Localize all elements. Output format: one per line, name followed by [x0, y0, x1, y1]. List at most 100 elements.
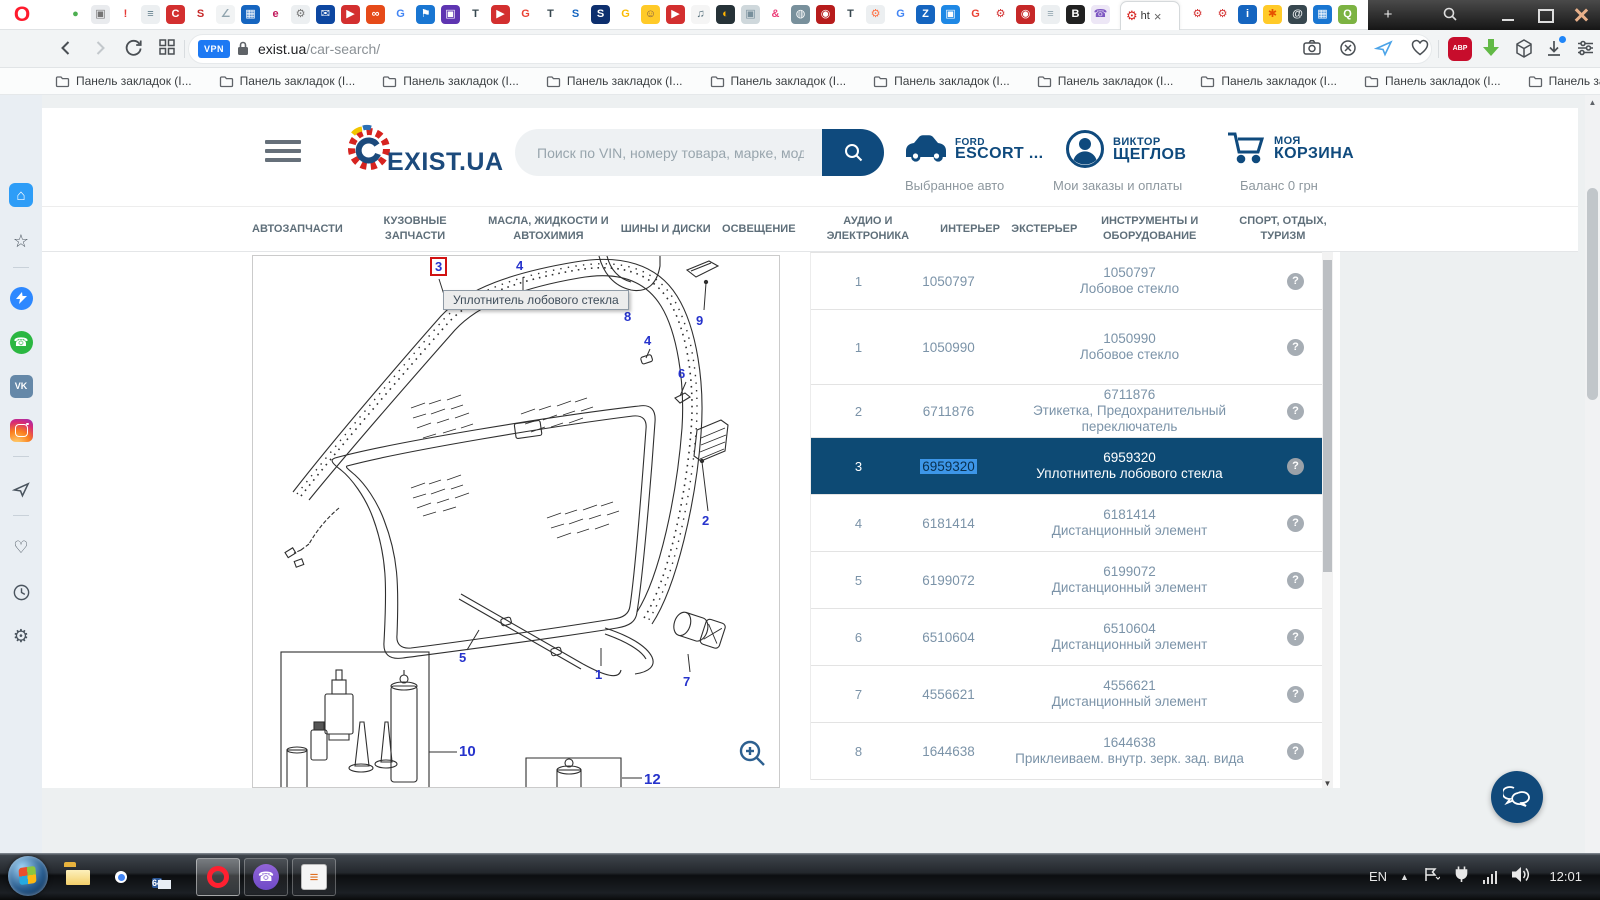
table-row[interactable]: 4 6181414 6181414Дистанционный элемент ?: [811, 495, 1322, 552]
tab-favicon[interactable]: ▦: [1313, 5, 1332, 24]
help-icon[interactable]: ?: [1287, 686, 1304, 703]
easy-setup-sliders-icon[interactable]: [1576, 38, 1595, 63]
tab-favicon[interactable]: ⚙: [866, 5, 885, 24]
tab-favicon[interactable]: G: [391, 5, 410, 24]
tab-favicon[interactable]: ☎: [1091, 5, 1110, 24]
snapshot-camera-icon[interactable]: [1302, 38, 1322, 62]
cart-line2[interactable]: КОРЗИНА: [1274, 145, 1354, 163]
new-tab-button[interactable]: +: [1380, 7, 1396, 23]
part-description-link[interactable]: 6510604Дистанционный элемент: [991, 621, 1268, 653]
part-description-link[interactable]: 6959320Уплотнитель лобового стекла: [991, 450, 1268, 482]
page-scroll-up-icon[interactable]: ▲: [1585, 98, 1600, 107]
hamburger-menu-icon[interactable]: [265, 140, 301, 162]
tab-favicon[interactable]: ▶: [491, 5, 510, 24]
zoom-in-icon[interactable]: [737, 738, 767, 773]
table-row[interactable]: 6 6510604 6510604Дистанционный элемент ?: [811, 609, 1322, 666]
help-icon[interactable]: ?: [1287, 339, 1304, 356]
bookmark-folder[interactable]: Панель закладок (І...: [1364, 74, 1501, 88]
diagram-part-number[interactable]: 12: [644, 771, 661, 788]
tab-favicon[interactable]: ▣: [941, 5, 960, 24]
tab-favicon[interactable]: ▶: [666, 5, 685, 24]
part-description-link[interactable]: 1050990Лобовое стекло: [991, 331, 1268, 363]
diagram-part-number[interactable]: 2: [702, 513, 709, 528]
nav-menu-item[interactable]: СПОРТ, ОТДЫХ, ТУРИЗМ: [1222, 214, 1344, 244]
extension-cube-icon[interactable]: [1514, 38, 1534, 64]
diagram-part-number[interactable]: 5: [459, 650, 466, 665]
tab-favicon[interactable]: ⚙: [1213, 5, 1232, 24]
tab-favicon[interactable]: &: [766, 5, 785, 24]
instagram-icon[interactable]: [9, 418, 33, 442]
tab-favicon[interactable]: ▦: [241, 5, 260, 24]
exist-logo[interactable]: EXIST.UA: [343, 120, 503, 178]
tab-favicon[interactable]: ☺: [641, 5, 660, 24]
tab-search-icon[interactable]: [1442, 6, 1458, 27]
vpn-badge[interactable]: VPN: [198, 40, 230, 58]
action-center-flag-icon[interactable]: [1422, 866, 1440, 888]
part-description-link[interactable]: 6199072Дистанционный элемент: [991, 564, 1268, 596]
table-scroll-down-icon[interactable]: ▼: [1323, 779, 1332, 788]
adblock-abp-icon[interactable]: ABP: [1448, 37, 1472, 61]
tab-favicon[interactable]: Z: [916, 5, 935, 24]
vk-icon[interactable]: VK: [9, 374, 33, 398]
diagram-part-number[interactable]: 6: [678, 366, 685, 381]
tab-favicon[interactable]: ▣: [441, 5, 460, 24]
tab-favicon[interactable]: ⚙: [1188, 5, 1207, 24]
table-scrollbar-thumb[interactable]: [1323, 260, 1332, 572]
help-icon[interactable]: ?: [1287, 403, 1304, 420]
table-row[interactable]: 1 1050797 1050797Лобовое стекло ?: [811, 253, 1322, 310]
help-icon[interactable]: ?: [1287, 515, 1304, 532]
help-icon[interactable]: ?: [1287, 629, 1304, 646]
tab-favicon[interactable]: ◉: [1016, 5, 1035, 24]
window-close-button[interactable]: [1570, 6, 1592, 24]
table-scrollbar[interactable]: ▼: [1322, 252, 1333, 788]
diagram-part-number[interactable]: 8: [624, 309, 631, 324]
help-icon[interactable]: ?: [1287, 273, 1304, 290]
volume-speaker-icon[interactable]: [1510, 866, 1530, 888]
history-clock-icon[interactable]: [9, 580, 33, 604]
parts-diagram-panel[interactable]: 34894625171012 Уплотнитель лобового стек…: [252, 255, 780, 788]
tab-favicon[interactable]: S: [591, 5, 610, 24]
active-tab[interactable]: ⚙ ht ×: [1120, 1, 1180, 30]
tab-favicon[interactable]: ≡: [141, 5, 160, 24]
save-download-extension-icon[interactable]: [1480, 37, 1502, 65]
user-last-name[interactable]: ЩЕГЛОВ: [1113, 146, 1186, 164]
bookmark-folder[interactable]: Панель закладок (І...: [546, 74, 683, 88]
part-code-link[interactable]: 4556621: [906, 687, 991, 702]
tab-favicon[interactable]: ⚙: [991, 5, 1010, 24]
tab-favicon[interactable]: e: [266, 5, 285, 24]
opera-taskbar-button[interactable]: [196, 858, 240, 896]
window-maximize-button[interactable]: [1534, 6, 1556, 24]
nav-menu-item[interactable]: ИНСТРУМЕНТЫ И ОБОРУДОВАНИЕ: [1089, 214, 1211, 244]
cart-balance-caption[interactable]: Баланс 0 грн: [1240, 178, 1318, 193]
tab-favicon[interactable]: T: [466, 5, 485, 24]
part-description-link[interactable]: 1050797Лобовое стекло: [991, 265, 1268, 297]
tab-favicon[interactable]: ♫: [691, 5, 710, 24]
tab-favicon[interactable]: B: [1066, 5, 1085, 24]
part-description-link[interactable]: 6711876Этикетка, Предохранительный перек…: [991, 387, 1268, 435]
opera-menu-button[interactable]: O: [10, 2, 34, 28]
nav-menu-item[interactable]: ЭКСТЕРЬЕР: [1011, 222, 1077, 237]
tab-favicon[interactable]: i: [1238, 5, 1257, 24]
vehicle-caption[interactable]: Выбранное авто: [905, 178, 1004, 193]
tab-favicon[interactable]: G: [891, 5, 910, 24]
reload-icon[interactable]: [124, 38, 144, 63]
vehicle-model[interactable]: ESCORT ...: [955, 145, 1043, 163]
downloads-icon[interactable]: [1544, 38, 1564, 63]
diagram-part-number[interactable]: 4: [644, 333, 651, 348]
tab-favicon[interactable]: ⚙: [291, 5, 310, 24]
bookmark-folder[interactable]: Панель закладок (І...: [873, 74, 1010, 88]
clock[interactable]: 12:01: [1549, 869, 1582, 884]
chat-widget-button[interactable]: [1491, 771, 1543, 823]
tab-favicon[interactable]: ∞: [366, 5, 385, 24]
diagram-part-number[interactable]: 1: [595, 667, 602, 682]
personal-news-heart-icon[interactable]: ♡: [9, 536, 33, 560]
total-commander-icon[interactable]: 64: [152, 864, 162, 900]
nav-menu-item[interactable]: КУЗОВНЫЕ ЗАПЧАСТИ: [354, 214, 476, 244]
nav-menu-item[interactable]: МАСЛА, ЖИДКОСТИ И АВТОХИМИЯ: [487, 214, 609, 244]
settings-gear-icon[interactable]: ⚙: [9, 624, 33, 648]
tab-favicon[interactable]: ≡: [1041, 5, 1060, 24]
nav-menu-item[interactable]: ИНТЕРЬЕР: [940, 222, 1000, 237]
bookmark-heart-icon[interactable]: [1410, 38, 1430, 62]
url-text[interactable]: exist.ua/car-search/: [258, 41, 380, 57]
part-code-link[interactable]: 1050797: [906, 274, 991, 289]
